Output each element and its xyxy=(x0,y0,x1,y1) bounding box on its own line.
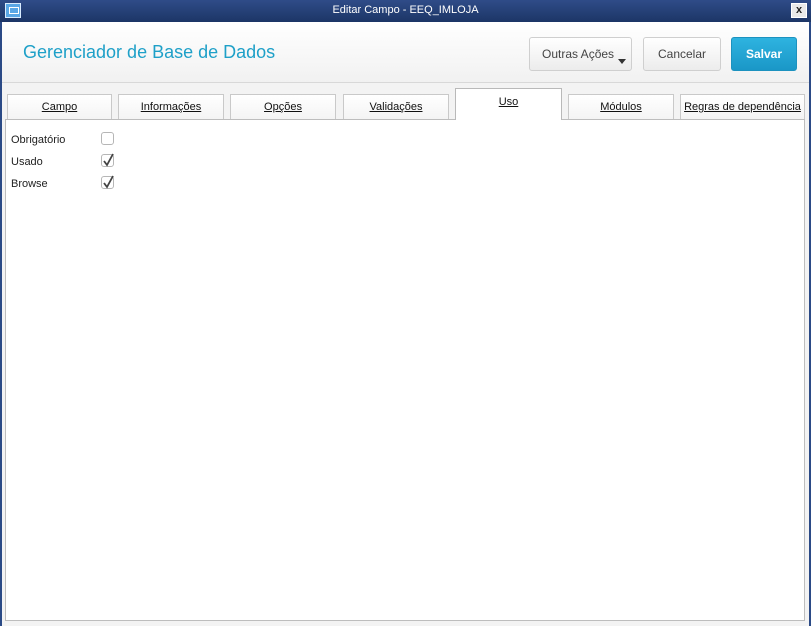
window-title: Editar Campo - EEQ_IMLOJA xyxy=(332,4,479,16)
checkmark-icon xyxy=(103,153,114,167)
page-header: Gerenciador de Base de Dados Outras Açõe… xyxy=(2,22,809,83)
field-label: Obrigatório xyxy=(11,134,66,146)
close-button[interactable]: x xyxy=(791,3,807,18)
tab-regras-de-dependencia[interactable]: Regras de dependência xyxy=(680,94,805,119)
tab-opcoes[interactable]: Opções xyxy=(230,94,336,119)
tab-campo[interactable]: Campo xyxy=(7,94,112,119)
field-label: Usado xyxy=(11,156,43,168)
field-label: Browse xyxy=(11,178,48,190)
tab-regras-label: Regras de dependência xyxy=(684,101,801,113)
tab-validacoes[interactable]: Validações xyxy=(343,94,449,119)
usado-checkbox[interactable] xyxy=(101,153,114,167)
tab-informacoes[interactable]: Informações xyxy=(118,94,224,119)
uso-panel: Obrigatório Usado Browse xyxy=(5,119,805,621)
obrigatorio-checkbox[interactable] xyxy=(101,132,114,145)
tab-modulos[interactable]: Módulos xyxy=(568,94,674,119)
checkmark-icon xyxy=(103,175,114,189)
chevron-down-icon xyxy=(618,59,626,64)
save-button[interactable]: Salvar xyxy=(731,37,797,71)
page-title: Gerenciador de Base de Dados xyxy=(23,42,276,62)
tab-strip: Campo Informações Opções Validações Uso … xyxy=(2,83,809,120)
other-actions-label: Outras Ações xyxy=(542,47,615,61)
cancel-button[interactable]: Cancelar xyxy=(643,37,721,71)
other-actions-button[interactable]: Outras Ações xyxy=(529,37,632,71)
bottom-edge xyxy=(0,626,811,630)
tab-uso[interactable]: Uso xyxy=(455,88,562,120)
window-titlebar: Editar Campo - EEQ_IMLOJA x xyxy=(0,0,811,22)
browse-checkbox[interactable] xyxy=(101,175,114,189)
